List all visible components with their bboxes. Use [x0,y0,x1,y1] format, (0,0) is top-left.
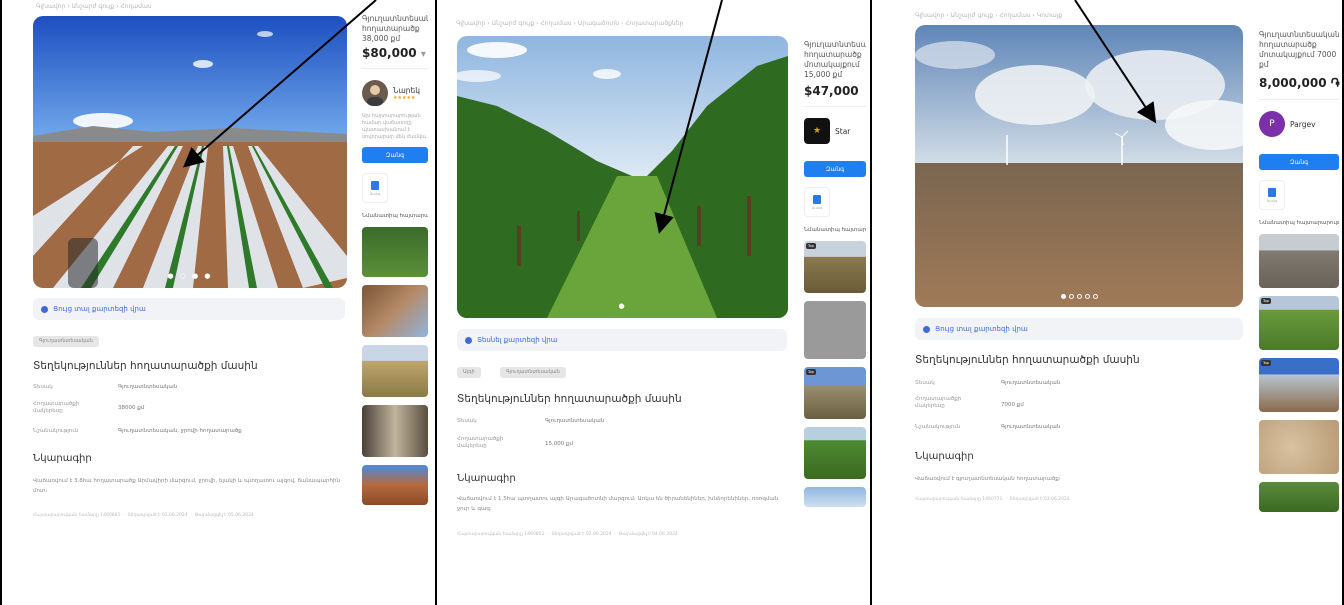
arrow-pointer-icon [1074,0,1157,124]
arrow-pointer-icon [182,0,377,168]
annotation-arrows [182,0,1157,234]
arrow-pointer-icon [654,0,723,234]
